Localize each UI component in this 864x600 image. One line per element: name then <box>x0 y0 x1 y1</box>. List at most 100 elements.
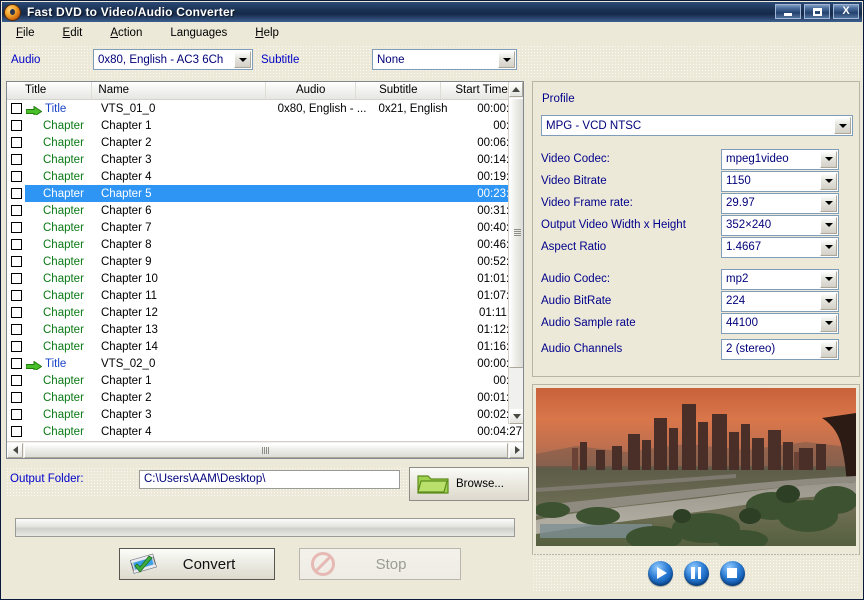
setting-select[interactable]: 1.4667 <box>721 236 839 258</box>
setting-select[interactable]: 29.97 <box>721 192 839 214</box>
table-row[interactable]: ChapterChapter 100:00:00 <box>7 117 523 134</box>
row-checkbox[interactable] <box>7 358 25 369</box>
row-checkbox[interactable] <box>7 137 25 148</box>
chevron-down-icon[interactable] <box>820 238 837 256</box>
chevron-down-icon[interactable] <box>820 216 837 234</box>
row-type: Chapter <box>43 374 84 387</box>
horizontal-scrollbar[interactable] <box>7 441 523 458</box>
setting-select[interactable]: mpeg1video <box>721 148 839 170</box>
row-checkbox[interactable] <box>7 171 25 182</box>
table-row[interactable]: ChapterChapter 400:19:22:13 <box>7 168 523 185</box>
titles-list[interactable]: Title Name Audio Subtitle Start Time Tit… <box>6 81 524 459</box>
chevron-down-icon[interactable] <box>820 314 837 332</box>
subtitle-track-select[interactable]: None <box>372 49 517 70</box>
table-row[interactable]: ChapterChapter 200:06:49:01 <box>7 134 523 151</box>
chevron-down-icon[interactable] <box>820 150 837 168</box>
row-checkbox[interactable] <box>7 154 25 165</box>
column-header-name[interactable]: Name <box>92 82 266 99</box>
table-row[interactable]: ChapterChapter 300:14:29:24 <box>7 151 523 168</box>
table-row[interactable]: TitleVTS_02_000:00:00:00 <box>7 355 523 372</box>
row-type: Chapter <box>43 340 84 353</box>
close-button[interactable]: X <box>833 4 859 19</box>
column-header-audio[interactable]: Audio <box>266 82 357 99</box>
table-row[interactable]: ChapterChapter 100:00:00 <box>7 372 523 389</box>
row-checkbox[interactable] <box>7 120 25 131</box>
table-row[interactable]: ChapterChapter 1201:11:27:11 <box>7 304 523 321</box>
video-preview[interactable] <box>536 388 856 546</box>
column-header-title[interactable]: Title <box>7 82 93 99</box>
chevron-down-icon[interactable] <box>498 51 515 68</box>
profile-select[interactable]: MPG - VCD NTSC <box>541 115 853 136</box>
menu-item-action[interactable]: Action <box>96 25 156 41</box>
setting-select[interactable]: 2 (stereo) <box>721 338 839 360</box>
chevron-down-icon[interactable] <box>834 117 851 134</box>
menu-item-edit[interactable]: Edit <box>49 25 97 41</box>
table-row[interactable]: ChapterChapter 1401:16:35:20 <box>7 338 523 355</box>
output-folder-input[interactable]: C:\Users\AAM\Desktop\ <box>139 470 400 489</box>
chevron-down-icon[interactable] <box>820 292 837 310</box>
chevron-down-icon[interactable] <box>234 51 251 68</box>
table-row[interactable]: ChapterChapter 1101:07:32:10 <box>7 287 523 304</box>
convert-button[interactable]: Convert <box>119 548 275 580</box>
table-row[interactable]: ChapterChapter 200:01:22:00 <box>7 389 523 406</box>
row-checkbox[interactable] <box>7 222 25 233</box>
row-checkbox[interactable] <box>7 341 25 352</box>
row-checkbox[interactable] <box>7 273 25 284</box>
column-header-subtitle[interactable]: Subtitle <box>356 82 442 99</box>
table-row[interactable]: ChapterChapter 1001:01:08:21 <box>7 270 523 287</box>
vertical-scrollbar[interactable] <box>508 82 523 424</box>
vertical-scroll-thumb[interactable] <box>509 98 523 368</box>
row-checkbox[interactable] <box>7 375 25 386</box>
table-row[interactable]: ChapterChapter 900:52:48:02 <box>7 253 523 270</box>
row-name: Chapter 2 <box>101 136 152 149</box>
row-checkbox[interactable] <box>7 290 25 301</box>
chevron-down-icon[interactable] <box>820 172 837 190</box>
setting-select[interactable]: 224 <box>721 290 839 312</box>
row-checkbox[interactable] <box>7 103 25 114</box>
row-checkbox[interactable] <box>7 205 25 216</box>
stop-button-label: Stop <box>375 555 407 573</box>
setting-select[interactable]: mp2 <box>721 268 839 290</box>
chevron-down-icon[interactable] <box>820 194 837 212</box>
row-checkbox[interactable] <box>7 239 25 250</box>
chevron-down-icon[interactable] <box>820 270 837 288</box>
menu-item-help[interactable]: Help <box>241 25 293 41</box>
setting-select[interactable]: 44100 <box>721 312 839 334</box>
row-checkbox[interactable] <box>7 256 25 267</box>
stop-playback-button[interactable] <box>719 560 745 586</box>
row-checkbox[interactable] <box>7 409 25 420</box>
table-row[interactable]: ChapterChapter 600:31:29:20 <box>7 202 523 219</box>
table-row[interactable]: ChapterChapter 500:23:55:26 <box>7 185 523 202</box>
pause-button[interactable] <box>683 560 709 586</box>
scroll-up-button[interactable] <box>509 82 523 97</box>
scroll-down-button[interactable] <box>509 409 523 424</box>
row-checkbox[interactable] <box>7 188 25 199</box>
table-row[interactable]: ChapterChapter 300:02:57:22 <box>7 406 523 423</box>
menu-item-languages[interactable]: Languages <box>156 25 241 41</box>
setting-select[interactable]: 1150 <box>721 170 839 192</box>
minimize-button[interactable] <box>775 4 801 19</box>
play-button[interactable] <box>647 560 673 586</box>
table-row[interactable]: ChapterChapter 800:46:35:24 <box>7 236 523 253</box>
menu-item-file[interactable]: File <box>2 25 49 41</box>
table-row[interactable]: ChapterChapter 700:40:23:03 <box>7 219 523 236</box>
disc-icon <box>5 4 20 20</box>
table-row[interactable]: Chapter Chapter 4 00:04:27:25 <box>7 423 523 440</box>
row-checkbox[interactable] <box>7 426 25 437</box>
scroll-right-button[interactable] <box>509 442 523 458</box>
row-name: Chapter 10 <box>101 272 158 285</box>
stop-button[interactable]: Stop <box>299 548 461 580</box>
row-checkbox[interactable] <box>7 307 25 318</box>
row-checkbox[interactable] <box>7 392 25 403</box>
row-checkbox[interactable] <box>7 324 25 335</box>
browse-button[interactable]: Browse... <box>409 467 529 501</box>
setting-select[interactable]: 352×240 <box>721 214 839 236</box>
horizontal-scroll-thumb[interactable] <box>24 442 508 458</box>
maximize-button[interactable] <box>804 4 830 19</box>
chevron-down-icon[interactable] <box>820 340 837 358</box>
table-row[interactable]: ChapterChapter 1301:12:49:15 <box>7 321 523 338</box>
title-bar: Fast DVD to Video/Audio Converter X <box>2 2 862 22</box>
table-row[interactable]: Title VTS_01_0 0x80, English - ... 0x21, En… <box>7 100 523 117</box>
scroll-left-button[interactable] <box>7 442 23 458</box>
audio-track-select[interactable]: 0x80, English - AC3 6Ch <box>93 49 253 70</box>
